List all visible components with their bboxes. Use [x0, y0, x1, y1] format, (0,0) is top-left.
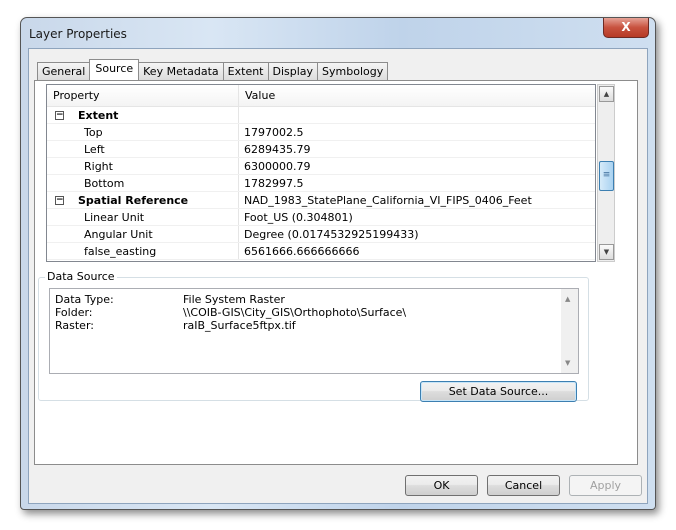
grid-row[interactable]: false_easting 6561666.666666666: [47, 243, 595, 260]
grid-row[interactable]: Angular Unit Degree (0.0174532925199433): [47, 226, 595, 243]
grid-row-category[interactable]: − Spatial Reference NAD_1983_StatePlane_Ca…: [47, 192, 595, 209]
column-header-value[interactable]: Value: [239, 85, 595, 106]
grid-row[interactable]: Bottom 1782997.5: [47, 175, 595, 192]
folder-key: Folder:: [55, 306, 93, 319]
property-value: 1797002.5: [244, 126, 304, 139]
grid-row-category[interactable]: − Extent: [47, 107, 595, 124]
property-name: Linear Unit: [47, 209, 239, 225]
cancel-button[interactable]: Cancel: [487, 475, 560, 496]
scroll-thumb[interactable]: ≡: [599, 161, 614, 191]
raster-value: raIB_Surface5ftpx.tif: [183, 319, 296, 332]
source-tab-panel: Property Value − Extent Top 1797002.5 Left…: [34, 80, 638, 465]
data-source-scrollbar[interactable]: ▲ ▼: [561, 289, 578, 373]
ok-button[interactable]: OK: [405, 475, 478, 496]
layer-properties-dialog: Layer Properties X General Source Key Me…: [20, 17, 656, 510]
tab-general[interactable]: General: [37, 62, 91, 80]
scroll-up-icon[interactable]: ▲: [599, 86, 614, 102]
data-type-value: File System Raster: [183, 293, 285, 306]
property-value: 6561666.666666666: [244, 245, 360, 258]
tab-key-metadata[interactable]: Key Metadata: [138, 62, 224, 80]
collapse-icon[interactable]: −: [55, 111, 64, 120]
grid-header: Property Value: [47, 85, 595, 107]
grid-row[interactable]: Left 6289435.79: [47, 141, 595, 158]
data-type-key: Data Type:: [55, 293, 114, 306]
property-name: Spatial Reference: [78, 194, 189, 207]
raster-key: Raster:: [55, 319, 94, 332]
property-value: Degree (0.0174532925199433): [244, 228, 419, 241]
tab-source[interactable]: Source: [89, 59, 140, 80]
property-value: 6300000.79: [244, 160, 311, 173]
tab-symbology[interactable]: Symbology: [317, 62, 389, 80]
folder-value: \\COIB-GIS\City_GIS\Orthophoto\Surface\: [183, 306, 407, 319]
dialog-client: General Source Key Metadata Extent Displ…: [28, 48, 648, 504]
property-name: Right: [47, 158, 239, 174]
property-name: false_easting: [47, 243, 239, 259]
set-data-source-button[interactable]: Set Data Source...: [420, 381, 577, 402]
tab-strip: General Source Key Metadata Extent Displ…: [37, 59, 389, 80]
property-name: Extent: [78, 109, 119, 122]
grid-row[interactable]: Right 6300000.79: [47, 158, 595, 175]
scroll-down-icon[interactable]: ▼: [565, 359, 570, 367]
window-title: Layer Properties: [29, 27, 127, 41]
close-button[interactable]: X: [603, 18, 649, 38]
property-name: Bottom: [47, 175, 239, 191]
property-value: 1782997.5: [244, 177, 304, 190]
column-header-property[interactable]: Property: [47, 85, 239, 106]
property-value: Foot_US (0.304801): [244, 211, 353, 224]
collapse-icon[interactable]: −: [55, 196, 64, 205]
data-source-label: Data Source: [45, 270, 117, 283]
scroll-down-icon[interactable]: ▼: [599, 244, 614, 260]
apply-button[interactable]: Apply: [569, 475, 642, 496]
property-value: [239, 107, 595, 123]
tab-display[interactable]: Display: [267, 62, 319, 80]
property-value: NAD_1983_StatePlane_California_VI_FIPS_0…: [244, 194, 532, 207]
property-value: 6289435.79: [244, 143, 311, 156]
property-name: Left: [47, 141, 239, 157]
scroll-up-icon[interactable]: ▲: [565, 295, 570, 303]
grid-row[interactable]: Top 1797002.5: [47, 124, 595, 141]
data-source-group: Data Source Data Type: File System Raster…: [38, 270, 589, 402]
data-source-textbox[interactable]: Data Type: File System Raster Folder: \\CO…: [49, 288, 579, 374]
property-name: Top: [47, 124, 239, 140]
tab-extent[interactable]: Extent: [222, 62, 269, 80]
grid-scrollbar[interactable]: ▲ ≡ ▼: [597, 84, 615, 262]
close-icon: X: [621, 20, 631, 34]
grid-row[interactable]: Linear Unit Foot_US (0.304801): [47, 209, 595, 226]
property-name: Angular Unit: [47, 226, 239, 242]
property-grid: Property Value − Extent Top 1797002.5 Left…: [46, 84, 596, 262]
